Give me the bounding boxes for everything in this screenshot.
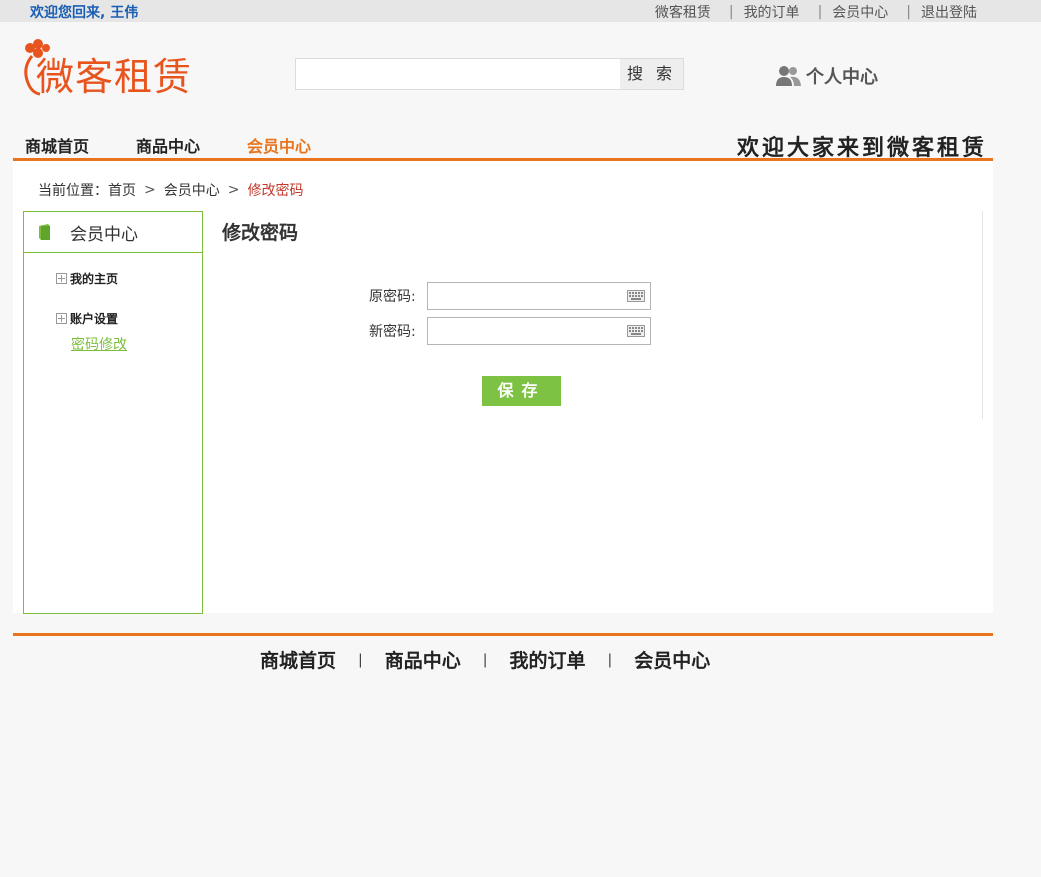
breadcrumb-current: 修改密码 [247,183,304,199]
keyboard-icon[interactable] [627,290,645,302]
footer-separator: | [607,651,613,668]
top-link-home[interactable]: 微客租赁 [655,2,711,22]
users-icon [776,66,801,86]
sidebar-item-home[interactable]: 我的主页 [56,270,118,287]
nav-item-products[interactable]: 商品中心 [136,133,200,157]
old-password-label: 原密码: [369,289,416,305]
breadcrumb: 当前位置： 首页 > 会员中心 > 修改密码 [38,180,303,200]
footer-link-products[interactable]: 商品中心 [385,646,461,673]
old-password-row: 原密码: [369,282,651,310]
book-icon [39,224,50,240]
breadcrumb-home[interactable]: 首页 [108,180,136,200]
top-separator: | [728,4,734,20]
top-separator: | [817,4,823,20]
breadcrumb-prefix: 当前位置： [38,183,108,199]
top-link-orders[interactable]: 我的订单 [744,2,800,22]
sidebar-item-account[interactable]: 账户设置 [56,310,118,327]
breadcrumb-arrow-icon: > [227,182,240,198]
personal-center-label: 个人中心 [806,67,878,88]
top-separator: | [906,4,911,20]
footer-nav: 商城首页 | 商品中心 | 我的订单 | 会员中心 [260,646,710,673]
welcome-text: 欢迎您回来, 王伟 [30,5,139,21]
new-password-field[interactable] [427,317,651,345]
nav-item-home[interactable]: 商城首页 [25,133,89,157]
new-password-label: 新密码: [369,324,416,340]
footer-link-home[interactable]: 商城首页 [260,646,336,673]
top-links: 微客租赁 | 我的订单 | 会员中心 | 退出登陆 [655,2,977,22]
keyboard-icon[interactable] [627,325,645,337]
footer-separator: | [482,651,488,668]
top-link-member[interactable]: 会员中心 [832,2,888,22]
sidebar-item-change-password[interactable]: 密码修改 [71,334,127,354]
footer-link-member[interactable]: 会员中心 [634,646,710,673]
breadcrumb-arrow-icon: > [144,182,156,198]
site-logo[interactable]: 微客租赁 [20,38,191,100]
sidebar-title: 会员中心 [70,224,138,245]
panel-divider [982,211,983,419]
search-input[interactable] [295,58,621,90]
new-password-row: 新密码: [369,317,651,345]
sidebar-item-label: 我的主页 [70,272,119,286]
footer-link-orders[interactable]: 我的订单 [509,646,585,673]
sidebar-item-label: 账户设置 [70,312,119,326]
main-nav: 商城首页 商品中心 会员中心 [25,133,358,157]
expand-icon [56,313,67,324]
page-title: 修改密码 [222,222,299,244]
logo-text: 微客租赁 [36,55,193,99]
search-button[interactable]: 搜 索 [620,58,684,90]
sidebar-header: 会员中心 [24,212,202,253]
old-password-field[interactable] [427,282,651,310]
breadcrumb-member[interactable]: 会员中心 [164,180,220,200]
save-button[interactable]: 保存 [482,376,561,406]
top-link-logout[interactable]: 退出登陆 [921,2,977,22]
sidebar: 会员中心 我的主页 账户设置 密码修改 [23,211,203,614]
personal-center-link[interactable]: 个人中心 [776,63,878,89]
footer-divider [13,633,993,636]
footer-separator: | [358,651,363,668]
expand-icon [56,273,67,284]
nav-item-member[interactable]: 会员中心 [247,133,311,157]
